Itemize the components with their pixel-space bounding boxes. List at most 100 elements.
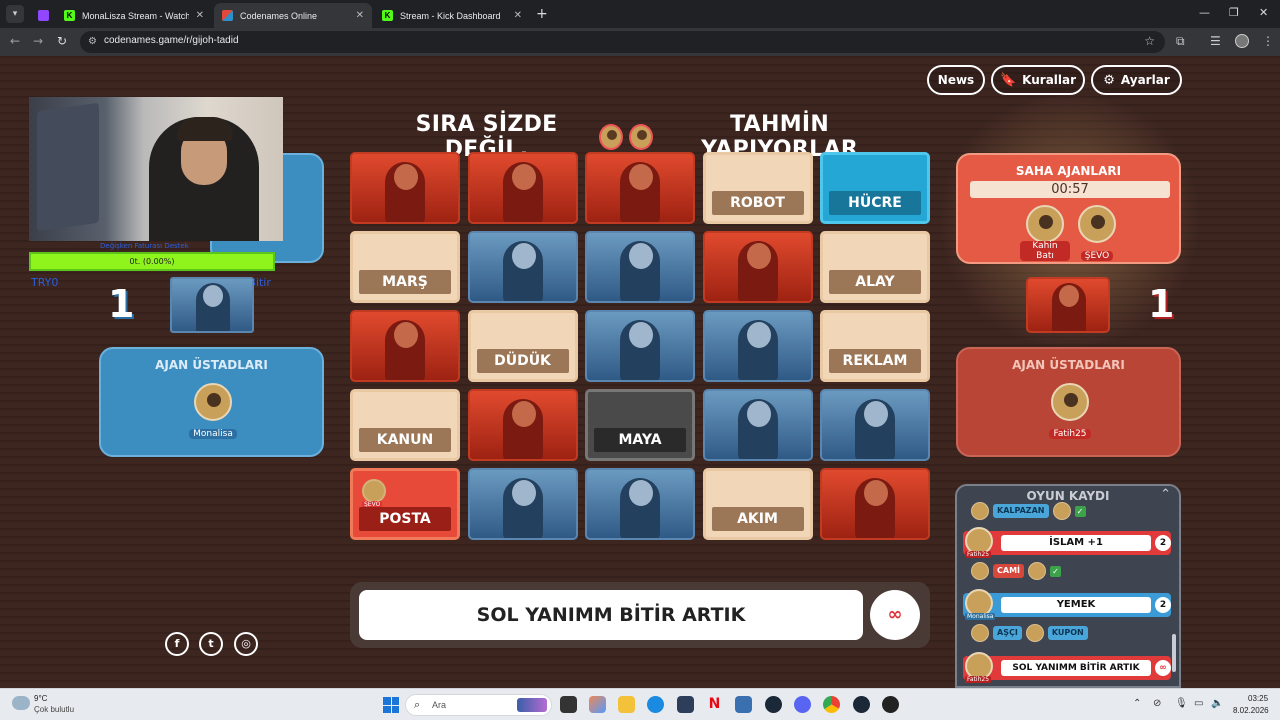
stream-overlay-text: Değişken Faturası Destek — [100, 242, 189, 250]
instagram-icon[interactable]: ◎ — [234, 632, 258, 656]
pinned-tab[interactable] — [30, 3, 52, 28]
agent-head — [746, 401, 771, 427]
twitter-icon[interactable]: t — [199, 632, 223, 656]
card-word: MARŞ — [359, 270, 451, 294]
steam-icon[interactable] — [765, 696, 782, 713]
word-card[interactable]: HÜCRE — [820, 152, 930, 224]
word-card[interactable]: ROBOT — [702, 152, 813, 224]
word-card[interactable]: AKIM — [702, 468, 813, 540]
copilot-icon[interactable] — [589, 696, 606, 713]
red-score: 1 — [1148, 282, 1175, 326]
tab-codenames[interactable]: Codenames Online ✕ — [214, 3, 372, 28]
close-tab-icon[interactable]: ✕ — [514, 10, 522, 21]
log-clue-count: 2 — [1155, 535, 1171, 551]
blue-agent-card[interactable] — [467, 231, 578, 303]
tab-label: MonaLisza Stream - Watch Live — [82, 10, 189, 21]
back-icon[interactable]: ← — [10, 34, 20, 48]
collapse-chevron-icon[interactable]: ⌃ — [1160, 487, 1171, 502]
codenames-icon — [222, 10, 233, 21]
store-icon[interactable] — [677, 696, 694, 713]
chrome-icon[interactable] — [823, 696, 840, 713]
edge-icon[interactable] — [647, 696, 664, 713]
forward-icon[interactable]: → — [33, 34, 43, 48]
tab-monalisza[interactable]: K MonaLisza Stream - Watch Live ✕ — [56, 3, 212, 28]
log-clue-count: ∞ — [1155, 660, 1171, 676]
steam-icon[interactable] — [853, 696, 870, 713]
player-name: Kahin Batı — [1020, 241, 1070, 261]
bookmark-star-icon[interactable]: ☆ — [1144, 34, 1155, 48]
microphone-icon[interactable]: 🎙 — [1175, 698, 1188, 709]
close-tab-icon[interactable]: ✕ — [356, 10, 364, 21]
blue-agent-card[interactable] — [467, 468, 578, 540]
word-card[interactable]: KANUN — [350, 389, 460, 461]
task-view-icon[interactable] — [560, 696, 577, 713]
clock-date[interactable]: 8.02.2026 — [1233, 706, 1269, 715]
network-icon[interactable]: ⊘ — [1153, 698, 1161, 709]
extensions-icon[interactable]: ⧉ — [1176, 34, 1185, 49]
close-tab-icon[interactable]: ✕ — [196, 10, 204, 21]
taskbar: 9°C Çok bulutlu ⌕ Ara N ⌃ ⊘ 🎙 ▭ 🔈 03:25 … — [0, 688, 1280, 720]
blue-agent-card[interactable] — [585, 468, 695, 540]
facebook-icon[interactable]: f — [165, 632, 189, 656]
reload-icon[interactable]: ↻ — [57, 34, 67, 48]
discord-icon[interactable] — [794, 696, 811, 713]
volume-icon[interactable]: 🔈 — [1211, 698, 1223, 709]
clue-giver-name: Fatih25 — [965, 551, 992, 558]
guesser-avatar — [971, 562, 989, 580]
blue-agent-card[interactable] — [820, 389, 930, 461]
red-agent-card[interactable] — [585, 152, 695, 224]
red-agent-card[interactable] — [350, 152, 460, 224]
new-tab-icon[interactable]: + — [536, 6, 548, 22]
cloud-icon[interactable] — [12, 696, 30, 710]
clue-giver-name: Monalisa — [965, 613, 996, 620]
word-card[interactable]: DÜDÜK — [467, 310, 578, 382]
tab-kick-dashboard[interactable]: K Stream - Kick Dashboard ✕ — [374, 3, 530, 28]
minimize-icon[interactable]: — — [1199, 6, 1210, 19]
weather-description[interactable]: Çok bulutlu — [34, 705, 74, 714]
news-button[interactable]: News — [927, 65, 985, 95]
word-card[interactable]: ŞEVO POSTA — [350, 468, 460, 540]
word-card[interactable]: MARŞ — [350, 231, 460, 303]
tab-list-icon[interactable]: ☰ — [1210, 34, 1221, 48]
red-agent-card[interactable] — [467, 152, 578, 224]
menu-icon[interactable]: ⋮ — [1262, 34, 1274, 48]
clock-time[interactable]: 03:25 — [1248, 694, 1268, 703]
tab-search-button[interactable]: ▾ — [6, 5, 24, 23]
restore-icon[interactable]: ❐ — [1229, 6, 1239, 19]
address-bar[interactable]: ⚙ codenames.game/r/gijoh-tadid ☆ — [80, 31, 1165, 53]
blue-spymaster: Monalisa — [189, 383, 237, 440]
red-agent-card[interactable] — [350, 310, 460, 382]
red-agent-card[interactable] — [702, 231, 813, 303]
tray-chevron-icon[interactable]: ⌃ — [1133, 698, 1141, 709]
close-window-icon[interactable]: ✕ — [1259, 6, 1268, 19]
word-card[interactable]: MAYA — [585, 389, 695, 461]
settings-button[interactable]: ⚙ Ayarlar — [1091, 65, 1182, 95]
word-card[interactable]: REKLAM — [820, 310, 930, 382]
windows-start-icon[interactable] — [383, 697, 399, 713]
log-clue-word: YEMEK — [1001, 597, 1151, 613]
tab-label: Stream - Kick Dashboard — [400, 10, 501, 21]
display-icon[interactable]: ▭ — [1194, 698, 1203, 709]
blue-agent-card[interactable] — [702, 310, 813, 382]
site-info-icon[interactable]: ⚙ — [88, 36, 97, 47]
blue-agent-card[interactable] — [585, 231, 695, 303]
twitch-icon — [38, 10, 49, 21]
file-explorer-icon[interactable] — [618, 696, 635, 713]
profile-avatar[interactable] — [1235, 34, 1249, 48]
taskbar-search[interactable]: ⌕ Ara — [405, 694, 552, 716]
blue-agent-card[interactable] — [585, 310, 695, 382]
blue-agent-card[interactable] — [702, 389, 813, 461]
log-scrollbar[interactable] — [1172, 634, 1176, 672]
mail-icon[interactable] — [735, 696, 752, 713]
red-agent-card[interactable] — [467, 389, 578, 461]
weather-temperature[interactable]: 9°C — [34, 694, 47, 703]
card-word: HÜCRE — [829, 191, 921, 215]
app-icon[interactable] — [882, 696, 899, 713]
netflix-icon[interactable]: N — [706, 696, 723, 713]
bookmark-icon: 🔖 — [999, 72, 1017, 88]
word-card[interactable]: ALAY — [820, 231, 930, 303]
card-word: DÜDÜK — [476, 349, 569, 373]
game-log: OYUN KAYDI ⌃ KALPAZAN ✓ Fatih25 İSLAM +1… — [955, 484, 1181, 688]
red-agent-card[interactable] — [820, 468, 930, 540]
rules-button[interactable]: 🔖 Kurallar — [991, 65, 1085, 95]
